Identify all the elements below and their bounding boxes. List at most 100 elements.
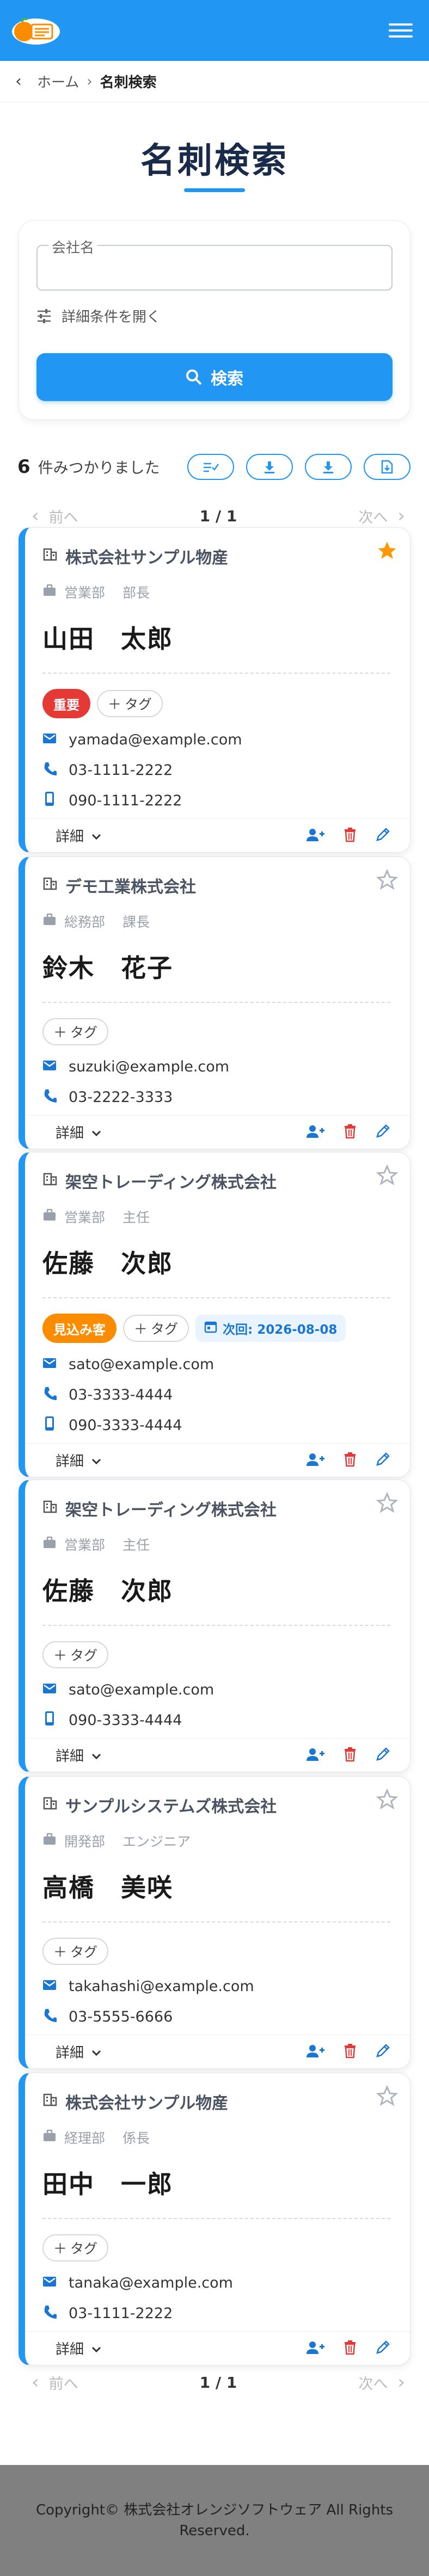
delete-icon[interactable] (344, 2340, 357, 2357)
add-person-icon[interactable] (305, 2043, 325, 2061)
job-title: エンジニア (122, 1834, 191, 1850)
mobile-row[interactable]: 090-3333-4444 (42, 1416, 390, 1434)
hamburger-menu-icon[interactable] (389, 19, 413, 42)
prev-page-button[interactable]: ‹ 前へ (32, 505, 78, 527)
business-card[interactable]: デモ工業株式会社 総務部 課長 鈴木 花子 ＋タグ suzuki@example.com 0… (19, 856, 410, 1149)
edit-icon[interactable] (375, 827, 390, 845)
star-filled-icon[interactable] (376, 540, 398, 564)
divider (42, 1297, 390, 1298)
add-person-icon[interactable] (305, 1747, 325, 1764)
card-logo-icon[interactable] (10, 15, 62, 46)
department: 総務部 (64, 914, 106, 930)
company-name: 株式会社サンプル物産 (65, 549, 229, 568)
star-outline-icon[interactable] (376, 868, 399, 893)
star-outline-icon[interactable] (376, 2085, 399, 2109)
star-outline-icon[interactable] (376, 1788, 399, 1813)
add-person-icon[interactable] (305, 2340, 325, 2357)
next-page-button[interactable]: 次へ › (358, 2371, 405, 2393)
add-tag-button[interactable]: ＋タグ (42, 2234, 109, 2261)
delete-icon[interactable] (344, 827, 357, 845)
edit-icon[interactable] (375, 1747, 390, 1764)
email-row[interactable]: suzuki@example.com (42, 1057, 390, 1076)
delete-icon[interactable] (344, 1747, 357, 1764)
breadcrumb-home[interactable]: ホーム (37, 71, 79, 91)
details-toggle[interactable]: 詳細 (56, 2338, 101, 2358)
company-row: 株式会社サンプル物産 (42, 544, 390, 568)
edit-icon[interactable] (375, 1124, 390, 1141)
department-row: 営業部 部長 (42, 582, 390, 602)
email-row[interactable]: yamada@example.com (42, 730, 390, 749)
company-name: 架空トレーディング株式会社 (65, 1173, 277, 1192)
export-file-button[interactable] (364, 454, 410, 480)
add-person-icon[interactable] (305, 827, 325, 845)
email-row[interactable]: takahashi@example.com (42, 1977, 390, 1995)
business-card[interactable]: 株式会社サンプル物産 経理部 係長 田中 一郎 ＋タグ tanaka@example.co… (19, 2073, 410, 2365)
mobile-value: 090-1111-2222 (69, 792, 182, 809)
next-page-label: 次へ (358, 2375, 388, 2393)
result-bar: 6 件みつかりました (17, 452, 410, 482)
download-alt-button[interactable] (305, 454, 352, 480)
next-page-label: 次へ (358, 509, 388, 526)
card-actions (305, 1747, 390, 1764)
back-chevron-icon[interactable]: ‹ (15, 72, 22, 91)
details-toggle[interactable]: 詳細 (56, 825, 101, 846)
delete-icon[interactable] (344, 2043, 357, 2061)
phone-row[interactable]: 03-5555-6666 (42, 2007, 390, 2026)
details-toggle[interactable]: 詳細 (56, 1122, 101, 1142)
email-icon (42, 1356, 57, 1373)
department-row: 営業部 主任 (42, 1207, 390, 1227)
title-underline (184, 188, 245, 192)
add-tag-button[interactable]: ＋タグ (42, 1641, 109, 1668)
email-icon (42, 1058, 57, 1075)
add-person-icon[interactable] (305, 1452, 325, 1469)
details-toggle[interactable]: 詳細 (56, 2042, 101, 2062)
department: 営業部 (64, 585, 106, 601)
add-tag-button[interactable]: ＋タグ (42, 1018, 109, 1045)
prev-page-button[interactable]: ‹ 前へ (32, 2371, 78, 2393)
phone-row[interactable]: 03-1111-2222 (42, 2304, 390, 2322)
status-badge[interactable]: 見込み客 (42, 1314, 117, 1343)
star-outline-icon[interactable] (376, 1164, 399, 1188)
edit-icon[interactable] (375, 2340, 390, 2357)
add-tag-label: タグ (70, 1944, 98, 1960)
company-field[interactable]: 会社名 (36, 237, 393, 291)
status-badge[interactable]: 重要 (42, 689, 90, 718)
phone-value: 03-1111-2222 (69, 2304, 173, 2322)
mobile-row[interactable]: 090-1111-2222 (42, 791, 390, 810)
email-row[interactable]: sato@example.com (42, 1680, 390, 1699)
email-row[interactable]: tanaka@example.com (42, 2273, 390, 2292)
phone-row[interactable]: 03-3333-4444 (42, 1385, 390, 1404)
phone-row[interactable]: 03-1111-2222 (42, 761, 390, 779)
download-button[interactable] (246, 454, 293, 480)
delete-icon[interactable] (344, 1124, 357, 1141)
calendar-icon (204, 1320, 217, 1336)
business-card[interactable]: サンプルシステムズ株式会社 開発部 エンジニア 高橋 美咲 ＋タグ takahashi@e… (19, 1776, 410, 2069)
phone-row[interactable]: 03-2222-3333 (42, 1088, 390, 1106)
add-tag-button[interactable]: ＋タグ (123, 1315, 189, 1342)
advanced-toggle-label: 詳細条件を開く (62, 309, 161, 325)
copyright-text: Copyright© 株式会社オレンジソフトウェア All Rights Res… (35, 2502, 394, 2539)
mobile-row[interactable]: 090-3333-4444 (42, 1711, 390, 1729)
next-page-button[interactable]: 次へ › (358, 505, 405, 527)
email-row[interactable]: sato@example.com (42, 1355, 390, 1373)
search-button[interactable]: 検索 (36, 353, 393, 401)
job-title: 課長 (122, 914, 150, 930)
details-toggle[interactable]: 詳細 (56, 1745, 101, 1765)
star-outline-icon[interactable] (376, 1492, 399, 1516)
business-card[interactable]: 架空トレーディング株式会社 営業部 主任 佐藤 次郎 ＋タグ sato@example.c… (19, 1480, 410, 1772)
card-footer: 詳細 (25, 1738, 410, 1772)
add-tag-button[interactable]: ＋タグ (42, 1938, 109, 1965)
add-person-icon[interactable] (305, 1124, 325, 1141)
person-name: 山田 太郎 (42, 624, 173, 654)
edit-icon[interactable] (375, 1452, 390, 1469)
card-actions (305, 2043, 390, 2061)
card-footer: 詳細 (25, 2331, 410, 2365)
select-all-button[interactable] (187, 454, 234, 480)
edit-icon[interactable] (375, 2043, 390, 2061)
details-toggle[interactable]: 詳細 (56, 1450, 101, 1470)
advanced-toggle[interactable]: 詳細条件を開く (36, 306, 393, 326)
business-card[interactable]: 株式会社サンプル物産営業部 部長山田 太郎重要 ＋タグ yamada@example.… (19, 527, 410, 853)
business-card[interactable]: 架空トレーディング株式会社 営業部 主任 佐藤 次郎 見込み客＋タグ 次回: 2026-0… (19, 1152, 410, 1477)
add-tag-button[interactable]: ＋タグ (97, 690, 163, 717)
delete-icon[interactable] (344, 1452, 357, 1469)
